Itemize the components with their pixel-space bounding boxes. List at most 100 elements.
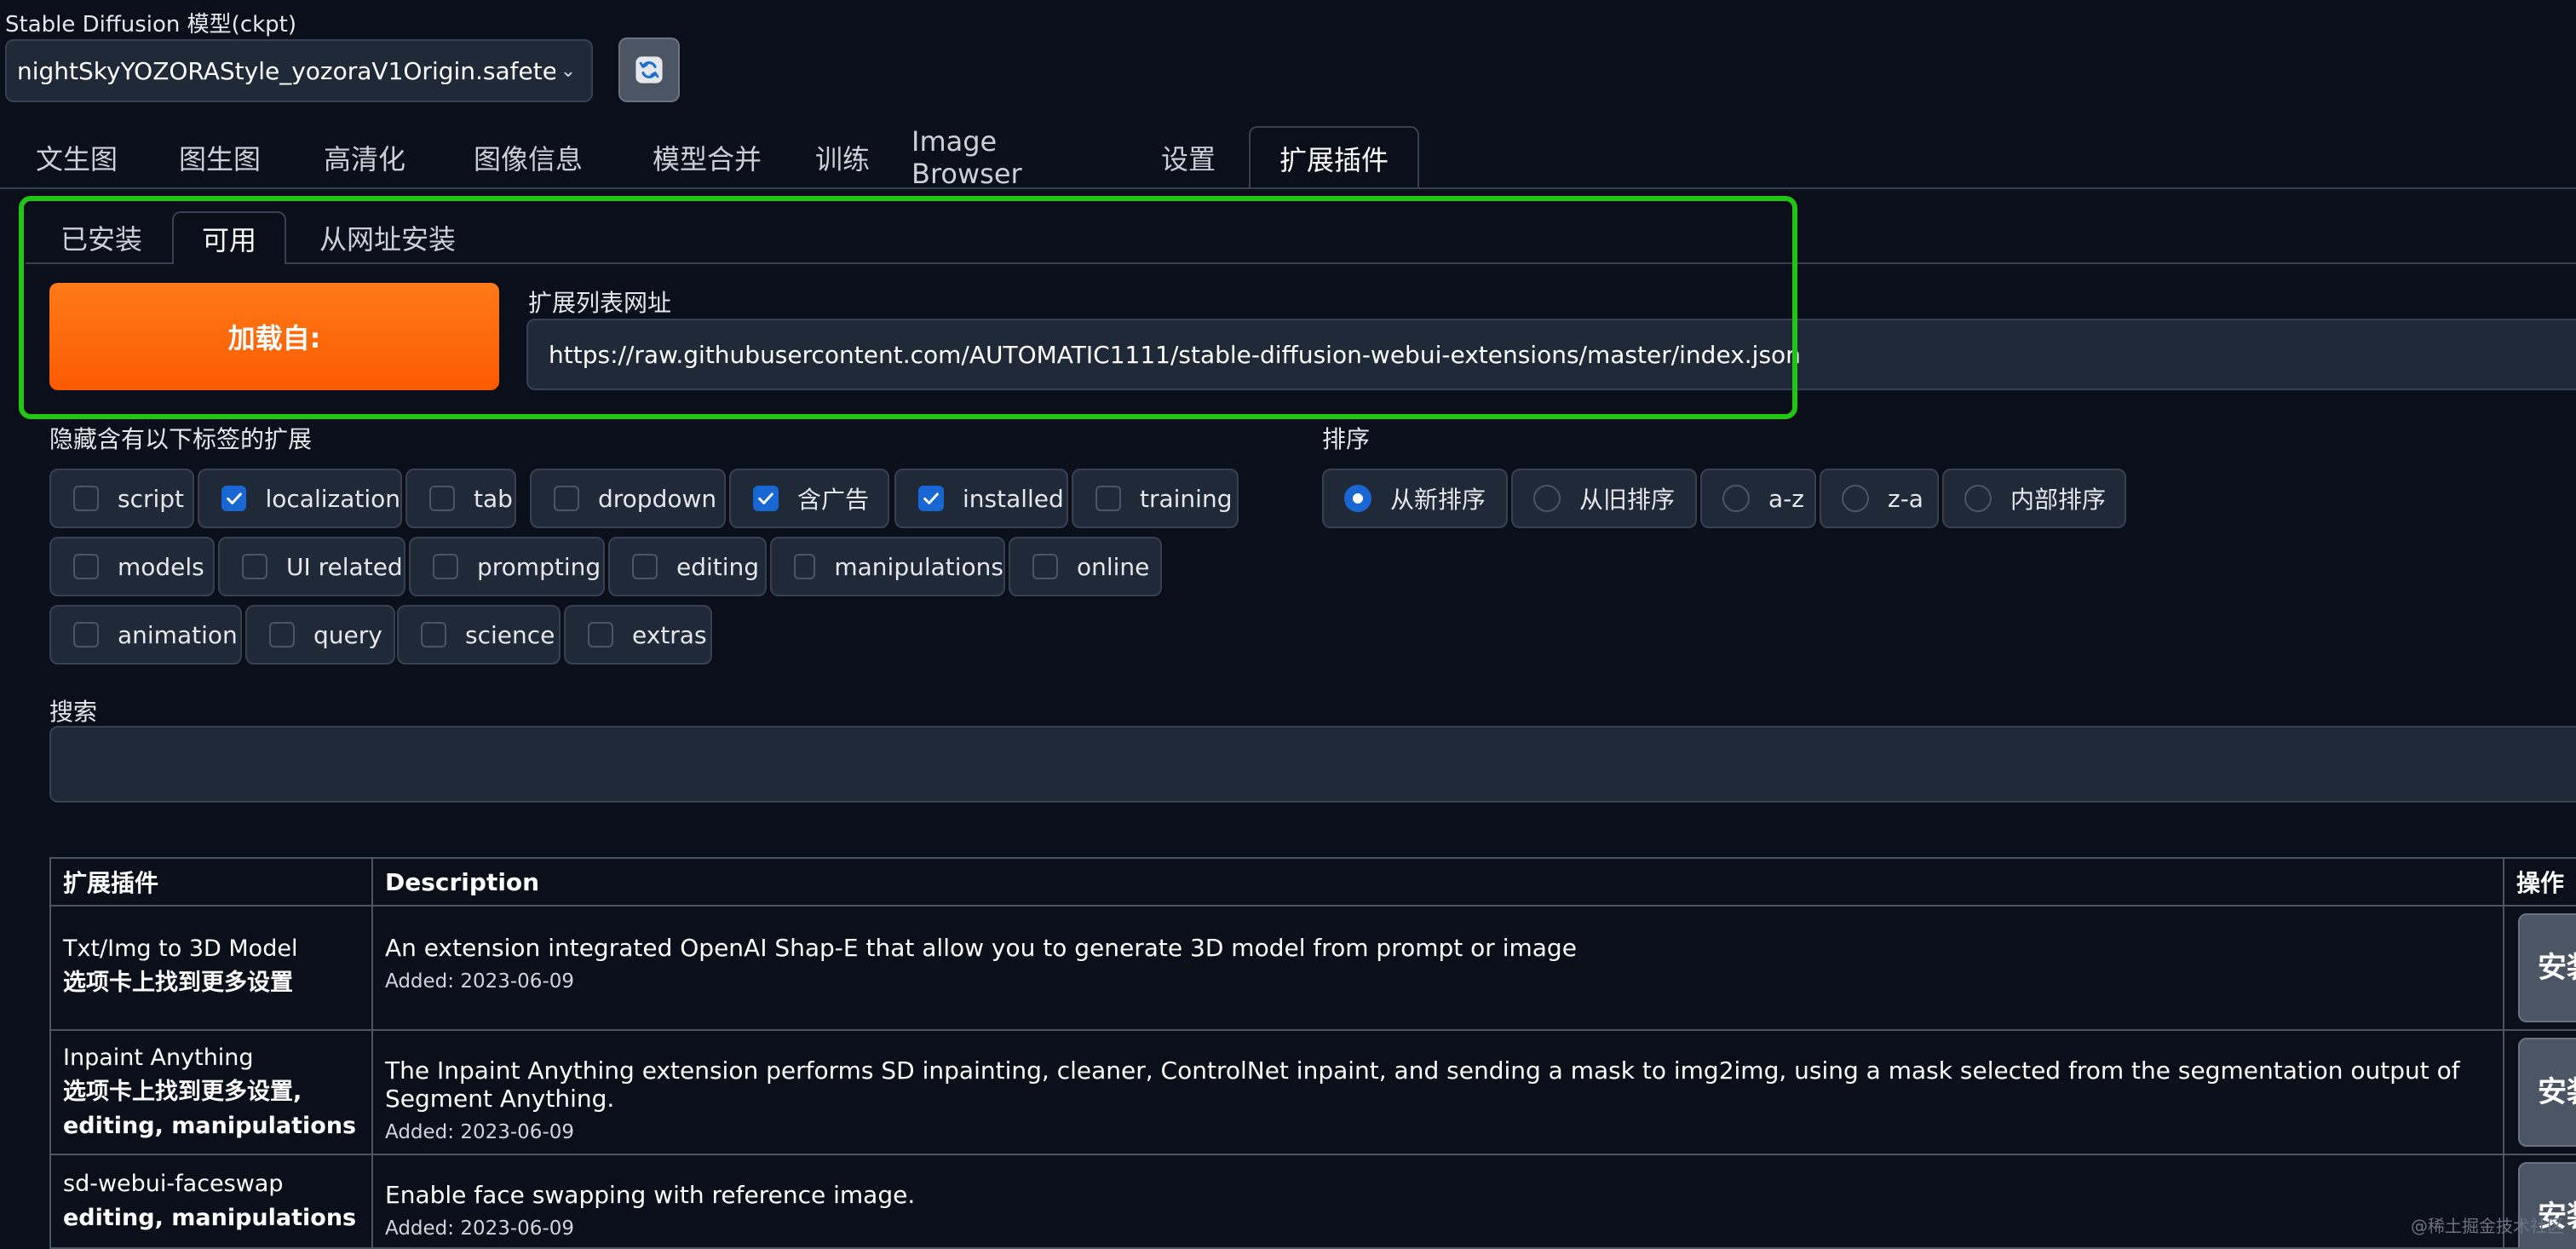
checkbox[interactable] (242, 554, 267, 579)
checkbox-label: editing (676, 553, 759, 581)
radio-label: 从旧排序 (1579, 481, 1675, 515)
refresh-model-button[interactable] (618, 37, 680, 102)
checkbox[interactable] (269, 622, 295, 648)
tag-checkbox-tab[interactable]: tab (405, 469, 516, 528)
sort-radio-z-a[interactable]: z-a (1820, 469, 1939, 528)
table-row: sd-webui-faceswap editing, manipulations… (51, 1155, 2576, 1249)
install-button[interactable]: 安装 (2518, 1038, 2576, 1147)
checkbox-checked[interactable] (753, 486, 779, 511)
checkbox-label: online (1077, 553, 1149, 581)
column-header-action: 操作 (2504, 859, 2576, 905)
checkbox[interactable] (1032, 554, 1058, 579)
checkbox-label: installed (963, 485, 1064, 513)
tag-checkbox-query[interactable]: query (245, 605, 395, 665)
extension-description: Enable face swapping with reference imag… (385, 1181, 2491, 1209)
check-icon (922, 489, 940, 508)
checkbox[interactable] (433, 554, 458, 579)
tab-train[interactable]: 训练 (796, 126, 889, 189)
checkbox-label: manipulations (834, 553, 1003, 581)
checkbox[interactable] (73, 486, 99, 511)
checkbox-label: animation (118, 621, 238, 649)
checkbox-label: query (313, 621, 382, 649)
search-input[interactable] (49, 726, 2576, 803)
chevron-down-icon: ⌄ (555, 60, 581, 82)
checkbox[interactable] (1095, 486, 1121, 511)
checkbox-label: dropdown (598, 485, 716, 513)
checkbox-label: science (465, 621, 555, 649)
checkbox-label: prompting (477, 553, 601, 581)
sort-radio-newest[interactable]: 从新排序 (1322, 469, 1508, 528)
checkbox[interactable] (554, 486, 579, 511)
watermark: @稀土掘金技术社区 (2411, 1212, 2564, 1237)
install-button[interactable]: 安装 (2518, 913, 2576, 1022)
extension-added-date: Added: 2023-06-09 (385, 970, 2491, 993)
sort-radio-oldest[interactable]: 从旧排序 (1511, 469, 1697, 528)
checkbox[interactable] (73, 554, 99, 579)
extension-added-date: Added: 2023-06-09 (385, 1217, 2491, 1240)
radio[interactable] (1842, 485, 1869, 512)
main-tab-bar: 文生图 图生图 高清化 图像信息 模型合并 训练 Image Browser 设… (0, 126, 2576, 189)
tag-checkbox-prompting[interactable]: prompting (409, 537, 605, 596)
tab-txt2img[interactable]: 文生图 (9, 126, 145, 189)
checkbox-label: localization (265, 485, 400, 513)
tag-checkbox-ads[interactable]: 含广告 (729, 469, 889, 528)
checkbox[interactable] (794, 554, 815, 579)
column-header-description: Description (373, 859, 2504, 905)
extension-description: The Inpaint Anything extension performs … (385, 1056, 2491, 1113)
extension-name[interactable]: Inpaint Anything (63, 1041, 359, 1075)
tab-png-info[interactable]: 图像信息 (443, 126, 613, 189)
extension-added-date: Added: 2023-06-09 (385, 1121, 2491, 1143)
checkbox[interactable] (73, 622, 99, 648)
tag-checkbox-localization[interactable]: localization (198, 469, 402, 528)
radio[interactable] (1964, 485, 1992, 512)
checkbox-label: UI related (286, 553, 403, 581)
checkbox[interactable] (588, 622, 613, 648)
tag-checkbox-online[interactable]: online (1009, 537, 1162, 596)
tag-checkbox-extras[interactable]: extras (564, 605, 712, 665)
search-label: 搜索 (49, 694, 97, 728)
extension-tags: 选项卡上找到更多设置, (63, 1075, 359, 1109)
check-icon (225, 489, 244, 508)
tag-checkbox-science[interactable]: science (397, 605, 561, 665)
tab-image-browser[interactable]: Image Browser (911, 126, 1116, 189)
checkbox-label: extras (632, 621, 707, 649)
extension-name[interactable]: Txt/Img to 3D Model (63, 932, 359, 966)
tag-checkbox-script[interactable]: script (49, 469, 194, 528)
model-dropdown[interactable]: nightSkyYOZORAStyle_yozoraV1Origin.safet… (5, 39, 593, 102)
checkbox[interactable] (632, 554, 658, 579)
tab-extras[interactable]: 高清化 (296, 126, 433, 189)
tab-extensions[interactable]: 扩展插件 (1249, 126, 1419, 189)
tag-checkbox-models[interactable]: models (49, 537, 215, 596)
radio-selected[interactable] (1344, 485, 1371, 512)
tab-settings[interactable]: 设置 (1133, 126, 1244, 189)
radio[interactable] (1722, 485, 1750, 512)
tab-img2img[interactable]: 图生图 (152, 126, 288, 189)
checkbox-checked[interactable] (221, 486, 246, 511)
check-icon (756, 489, 775, 508)
tag-checkbox-installed[interactable]: installed (894, 469, 1068, 528)
checkbox[interactable] (421, 622, 446, 648)
checkbox-label: models (118, 553, 204, 581)
tag-checkbox-ui-related[interactable]: UI related (218, 537, 405, 596)
checkbox-label: 含广告 (797, 481, 869, 515)
radio[interactable] (1533, 485, 1561, 512)
model-label: Stable Diffusion 模型(ckpt) (5, 7, 296, 38)
tag-checkbox-dropdown[interactable]: dropdown (530, 469, 726, 528)
sort-radio-a-z[interactable]: a-z (1700, 469, 1816, 528)
tag-checkbox-manipulations[interactable]: manipulations (770, 537, 1005, 596)
tag-checkbox-animation[interactable]: animation (49, 605, 242, 665)
tab-checkpoint-merger[interactable]: 模型合并 (622, 126, 792, 189)
refresh-icon (635, 55, 664, 84)
table-row: Inpaint Anything 选项卡上找到更多设置, editing, ma… (51, 1031, 2576, 1155)
radio-label: 从新排序 (1390, 481, 1486, 515)
extension-tags: editing, manipulations (63, 1109, 359, 1143)
hide-tags-label: 隐藏含有以下标签的扩展 (49, 421, 312, 455)
checkbox-checked[interactable] (918, 486, 944, 511)
extension-name[interactable]: sd-webui-faceswap (63, 1167, 359, 1201)
sort-radio-internal[interactable]: 内部排序 (1942, 469, 2126, 528)
radio-label: a-z (1768, 485, 1804, 513)
main-tabs-divider (0, 187, 2576, 189)
checkbox[interactable] (429, 486, 455, 511)
tag-checkbox-editing[interactable]: editing (608, 537, 767, 596)
tag-checkbox-training[interactable]: training (1072, 469, 1239, 528)
